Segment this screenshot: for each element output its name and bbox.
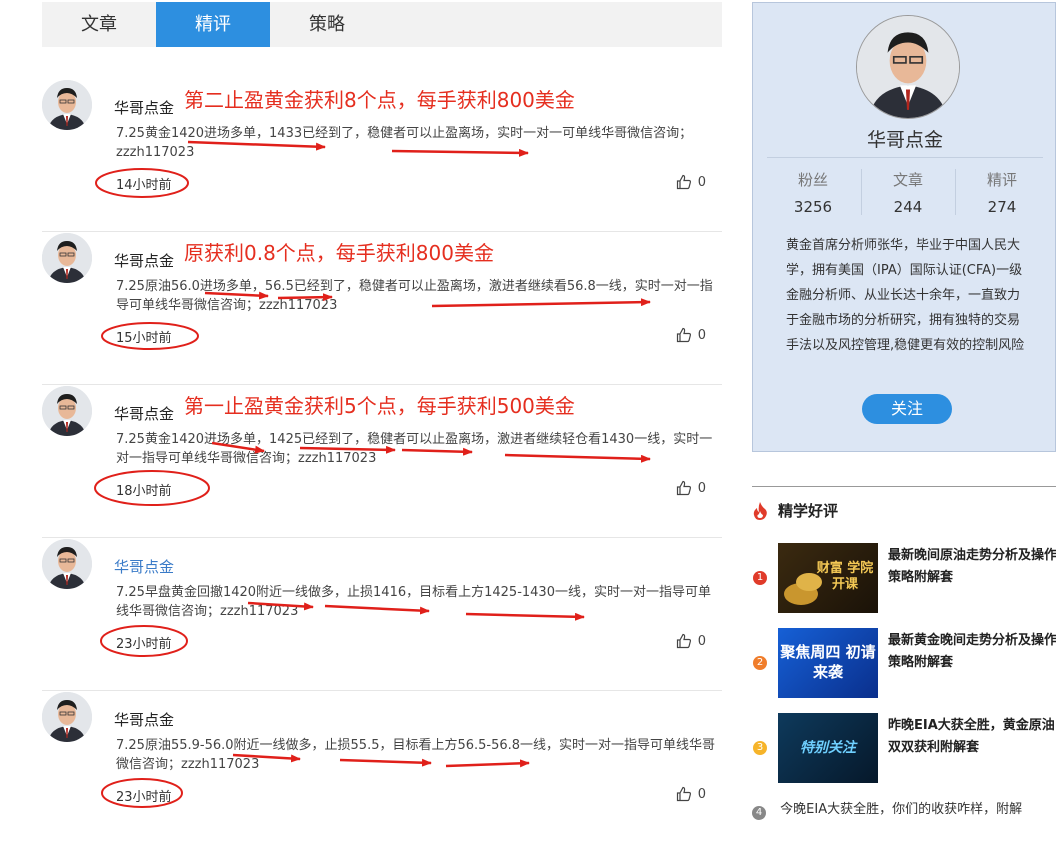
divider [767,157,1043,158]
rank-badge: 3 [753,741,767,755]
post-item: 华哥点金 第一止盈黄金获利5个点，每手获利500美金 7.25黄金1420进场多… [42,386,722,538]
post-item: 华哥点金 第二止盈黄金获利8个点，每手获利800美金 7.25黄金1420进场多… [42,80,722,232]
stat-reviews: 精评 274 [956,169,1048,216]
recommend-title[interactable]: 最新黄金晚间走势分析及操作策略附解套 [888,630,1056,674]
thumbs-up-icon [676,633,691,649]
author-avatar[interactable] [42,233,92,283]
profile-card: 华哥点金 粉丝 3256 文章 244 精评 274 黄金首席分析师张华，毕业于… [752,2,1056,452]
post-headline: 原获利0.8个点，每手获利800美金 [184,241,494,265]
post-time: 15小时前 [116,331,172,346]
thumbs-up-icon [676,786,691,802]
author-name[interactable]: 华哥点金 [114,403,174,424]
stat-articles: 文章 244 [862,169,954,216]
flame-icon [753,501,767,520]
tab-reviews[interactable]: 精评 [156,2,270,47]
divider [42,384,722,385]
stat-label: 文章 [892,171,923,189]
stat-fans: 粉丝 3256 [767,169,859,216]
post-content: 7.25原油55.9-56.0附近一线做多，止损55.5，目标看上方56.5-5… [116,738,716,772]
like-button[interactable]: 0 [676,480,706,496]
recommend-title[interactable]: 今晚EIA大获全胜，你们的收获咋样，附解 [780,802,1022,817]
post-item: 华哥点金 7.25早盘黄金回撤1420附近一线做多，止损1416，目标看上方14… [42,539,722,691]
recommend-thumbnail[interactable]: 特别关注 [778,713,878,783]
stat-label: 粉丝 [797,171,828,189]
rank-badge: 4 [752,806,766,820]
post-headline: 第一止盈黄金获利5个点，每手获利500美金 [184,394,575,418]
post-content: 7.25黄金1420进场多单，1425已经到了，稳健者可以止盈离场，激进者继续轻… [116,432,713,466]
author-avatar[interactable] [42,386,92,436]
author-name[interactable]: 华哥点金 [114,250,174,271]
profile-bio: 黄金首席分析师张华，毕业于中国人民大学，拥有美国（IPA）国际认证(CFA)一级… [786,238,1025,353]
recommend-item[interactable]: 4 今晚EIA大获全胜，你们的收获咋样，附解 [752,798,1056,820]
recommend-title[interactable]: 昨晚EIA大获全胜，黄金原油双双获利附解套 [888,715,1056,759]
stat-value: 244 [893,198,923,216]
recommend-item[interactable]: 1 财富 学院开课 最新晚间原油走势分析及操作策略附解套 [752,543,1056,615]
post-time: 14小时前 [116,178,172,193]
post-time: 18小时前 [116,484,172,499]
like-button[interactable]: 0 [676,174,706,190]
recommend-thumbnail[interactable]: 财富 学院开课 [778,543,878,613]
stat-label: 精评 [986,171,1017,189]
author-name[interactable]: 华哥点金 [114,556,174,577]
author-avatar[interactable] [42,80,92,130]
author-name[interactable]: 华哥点金 [114,97,174,118]
post-content: 7.25原油56.0进场多单，56.5已经到了，稳健者可以止盈离场，激进者继续看… [116,279,713,313]
divider [42,690,722,691]
tab-articles[interactable]: 文章 [42,2,156,47]
stat-value: 274 [987,198,1017,216]
like-count: 0 [697,174,706,190]
post-headline: 第二止盈黄金获利8个点，每手获利800美金 [184,88,575,112]
recommend-item[interactable]: 2 聚焦周四 初请来袭 最新黄金晚间走势分析及操作策略附解套 [752,628,1056,700]
post-time: 23小时前 [116,637,172,652]
like-count: 0 [697,633,706,649]
author-avatar[interactable] [42,539,92,589]
like-count: 0 [697,480,706,496]
post-item: 华哥点金 7.25原油55.9-56.0附近一线做多，止损55.5，目标看上方5… [42,692,722,844]
recommend-title[interactable]: 最新晚间原油走势分析及操作策略附解套 [888,545,1056,589]
like-button[interactable]: 0 [676,327,706,343]
rank-badge: 1 [753,571,767,585]
like-count: 0 [697,327,706,343]
divider [42,231,722,232]
divider [752,486,1056,487]
profile-avatar[interactable] [856,15,960,119]
like-button[interactable]: 0 [676,633,706,649]
stat-value: 3256 [793,198,833,216]
tab-strategy[interactable]: 策略 [270,2,384,47]
post-content: 7.25早盘黄金回撤1420附近一线做多，止损1416，目标看上方1425-14… [116,585,711,619]
post-item: 华哥点金 原获利0.8个点，每手获利800美金 7.25原油56.0进场多单，5… [42,233,722,385]
post-time: 23小时前 [116,790,172,805]
tab-bar: 文章 精评 策略 [42,2,722,47]
author-avatar[interactable] [42,692,92,742]
like-button[interactable]: 0 [676,786,706,802]
profile-name: 华哥点金 [866,129,943,151]
author-name[interactable]: 华哥点金 [114,709,174,730]
thumbs-up-icon [676,174,691,190]
rank-badge: 2 [753,656,767,670]
recommend-thumbnail[interactable]: 聚焦周四 初请来袭 [778,628,878,698]
thumbs-up-icon [676,327,691,343]
like-count: 0 [697,786,706,802]
follow-button[interactable]: 关注 [862,394,952,424]
section-title: 精学好评 [752,500,838,521]
thumbs-up-icon [676,480,691,496]
post-content: 7.25黄金1420进场多单，1433已经到了，稳健者可以止盈离场，实时一对一可… [116,126,693,160]
divider [42,537,722,538]
recommend-item[interactable]: 3 特别关注 昨晚EIA大获全胜，黄金原油双双获利附解套 [752,713,1056,785]
